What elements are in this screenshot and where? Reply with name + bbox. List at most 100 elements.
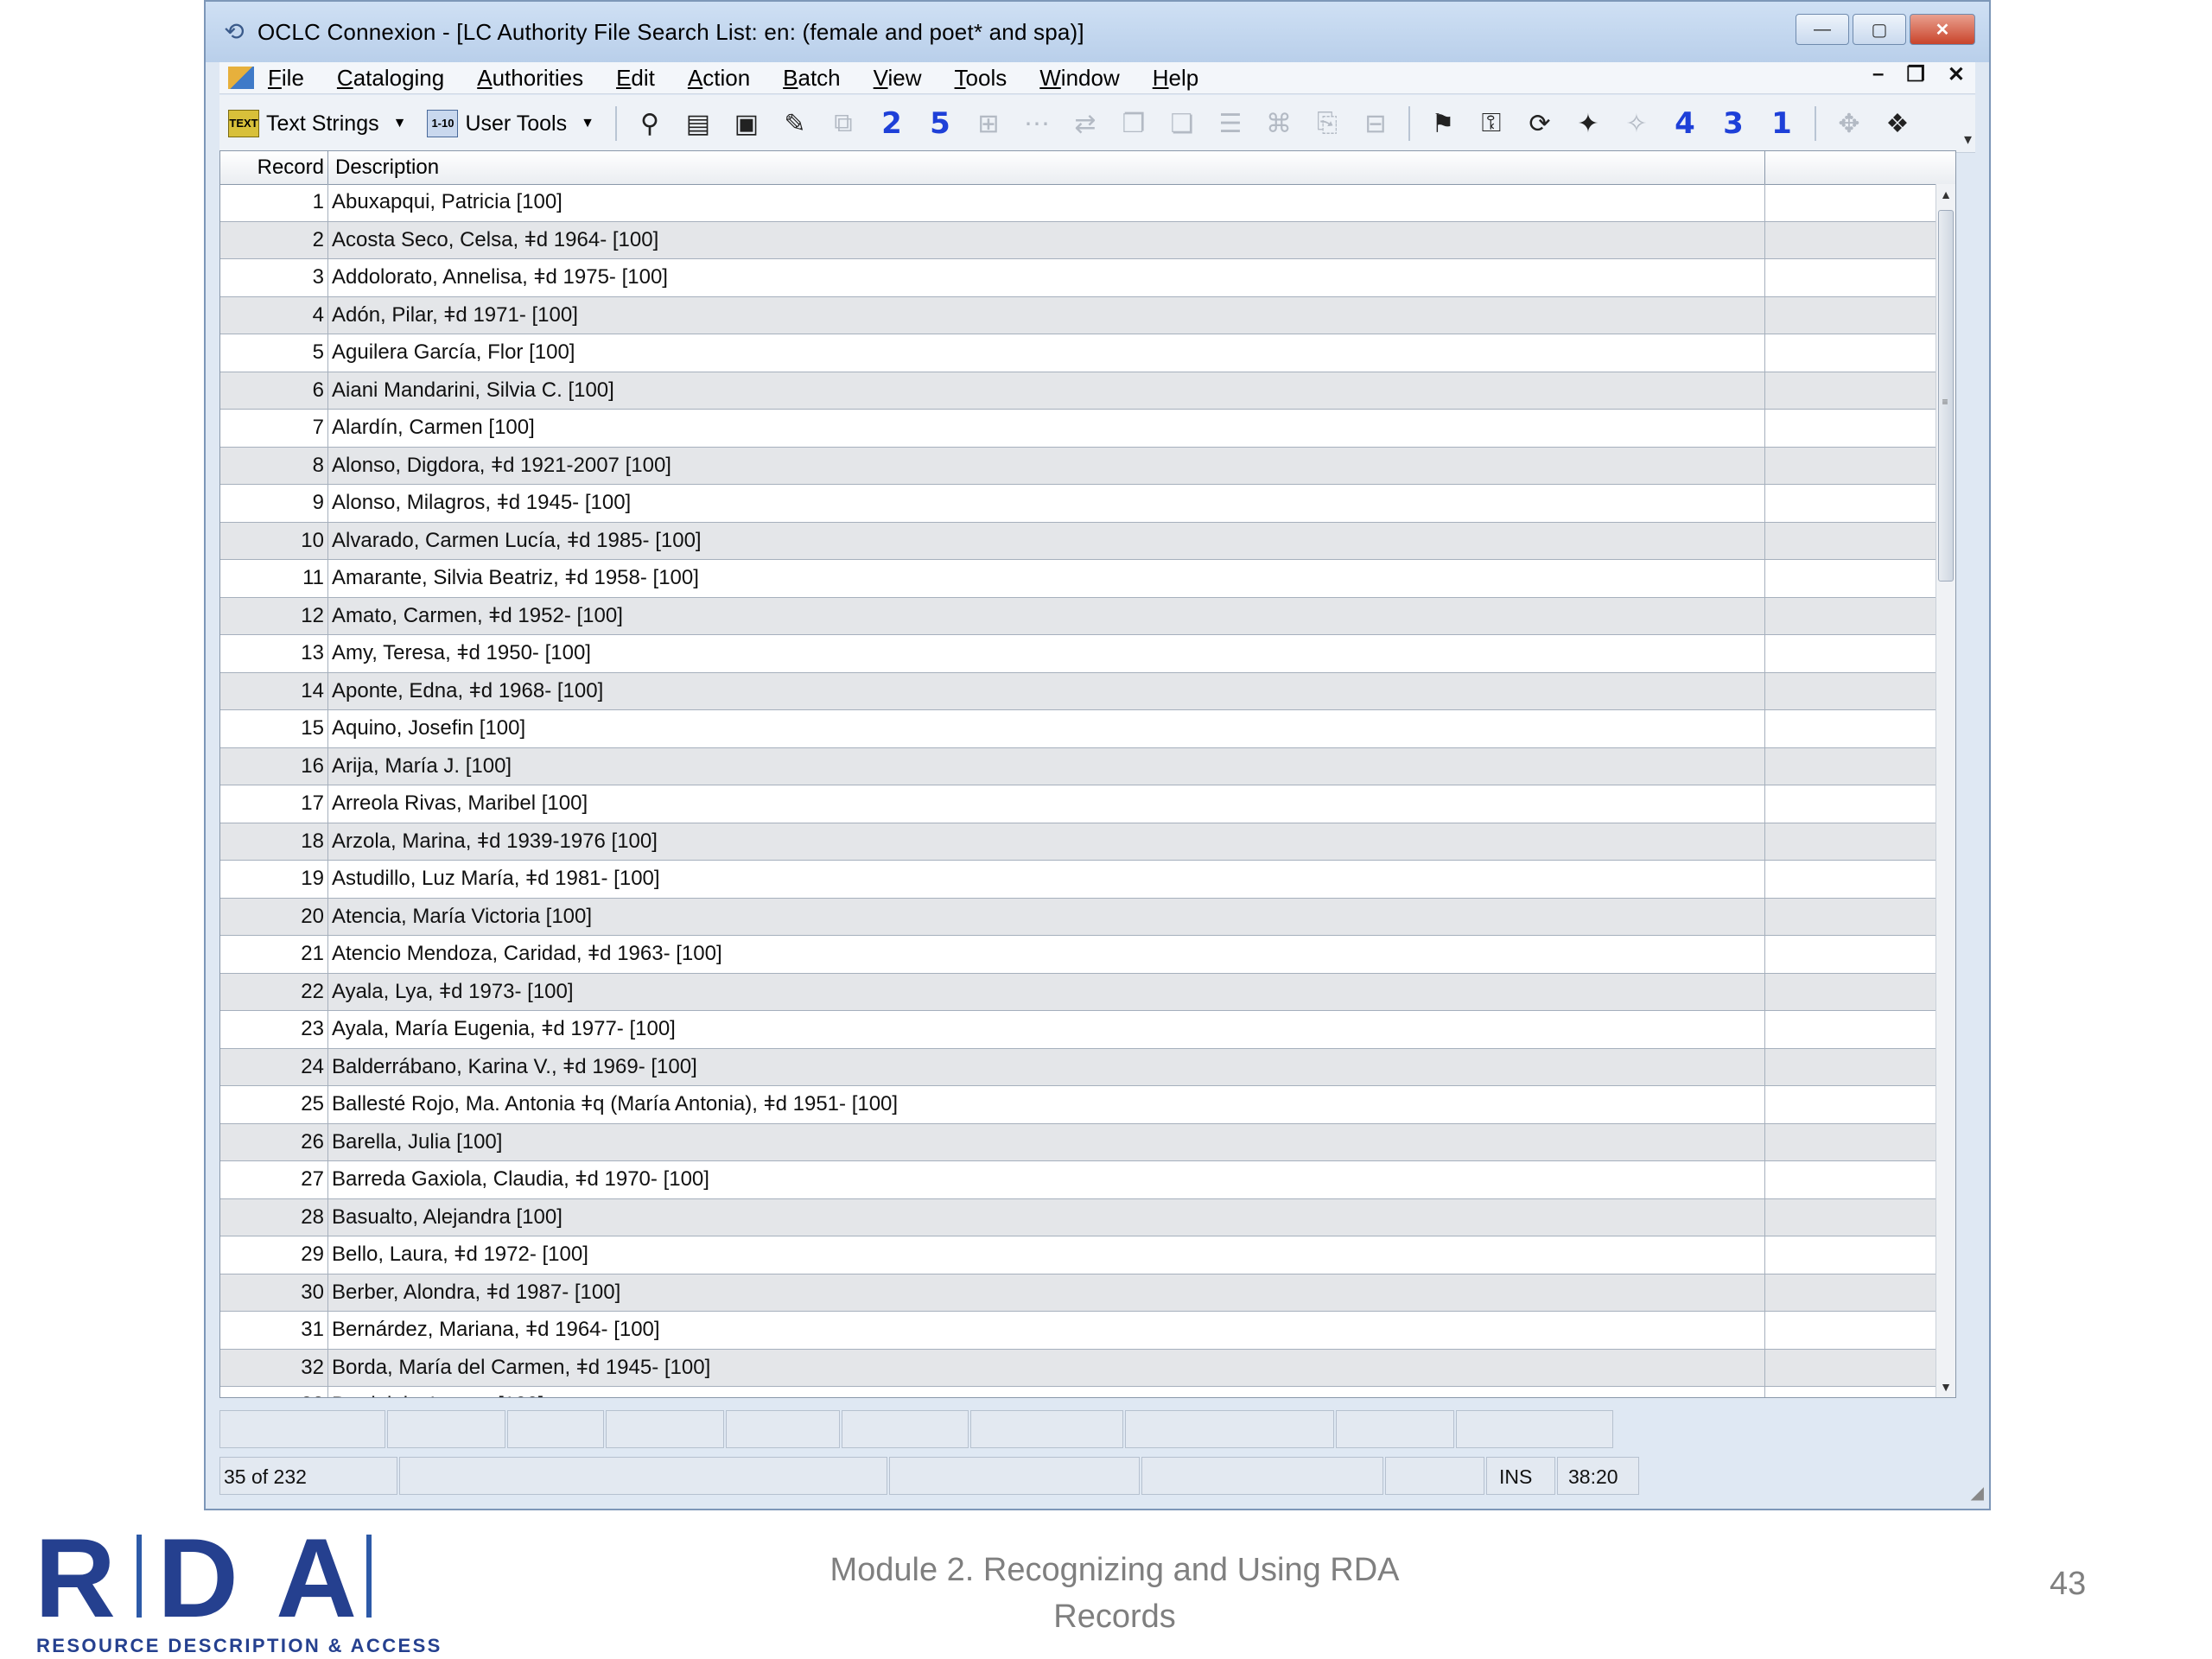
table-row[interactable]: 25 Ballesté Rojo, Ma. Antonia ǂq (María A…: [220, 1086, 1938, 1124]
split-icon[interactable]: ✥: [1832, 106, 1866, 141]
link-icon[interactable]: ❖: [1880, 106, 1915, 141]
toolbar-separator: [614, 106, 617, 141]
table-row[interactable]: 11 Amarante, Silvia Beatriz, ǂd 1958- [10…: [220, 560, 1938, 598]
column-header-record[interactable]: Record: [220, 151, 328, 184]
table-row[interactable]: 20 Atencia, María Victoria [100]: [220, 898, 1938, 936]
menu-action[interactable]: Action: [688, 65, 750, 92]
table-row[interactable]: 26 Barella, Julia [100]: [220, 1123, 1938, 1161]
maximize-button[interactable]: ▢: [1853, 14, 1906, 45]
menu-tools[interactable]: Tools: [955, 65, 1007, 92]
menu-file[interactable]: File: [268, 65, 304, 92]
lock-record-icon[interactable]: ⚿: [1474, 106, 1509, 141]
insert-field-icon[interactable]: ⊞: [971, 106, 1006, 141]
release-icon[interactable]: ✧: [1619, 106, 1654, 141]
table-row[interactable]: 22 Ayala, Lya, ǂd 1973- [100]: [220, 973, 1938, 1011]
menu-view[interactable]: View: [874, 65, 922, 92]
submit-record-icon[interactable]: ✦: [1571, 106, 1605, 141]
user-tool-4-button[interactable]: 4: [1668, 106, 1702, 141]
replace-record-icon[interactable]: ⟳: [1522, 106, 1557, 141]
table-row[interactable]: 4 Adón, Pilar, ǂd 1971- [100]: [220, 296, 1938, 334]
reformat-icon[interactable]: ⊟: [1358, 106, 1393, 141]
validate-icon[interactable]: ⌘: [1262, 106, 1296, 141]
user-tool-3-button[interactable]: 3: [1716, 106, 1751, 141]
table-row[interactable]: 2 Acosta Seco, Celsa, ǂd 1964- [100]: [220, 221, 1938, 259]
table-row[interactable]: 23 Ayala, María Eugenia, ǂd 1977- [100]: [220, 1011, 1938, 1049]
table-row[interactable]: 30 Berber, Alondra, ǂd 1987- [100]: [220, 1274, 1938, 1312]
scroll-down-icon[interactable]: ▼: [1936, 1376, 1955, 1397]
toolbar-overflow-icon[interactable]: ▾: [1964, 130, 1972, 149]
table-row[interactable]: 33Bordelois, Ivonne [100]: [220, 1387, 1938, 1397]
table-row[interactable]: 8 Alonso, Digdora, ǂd 1921-2007 [100]: [220, 447, 1938, 485]
table-row[interactable]: 3 Addolorato, Annelisa, ǂd 1975- [100]: [220, 259, 1938, 297]
status-bar-upper: [219, 1410, 1619, 1448]
table-row[interactable]: 15 Aquino, Josefin [100]: [220, 710, 1938, 748]
record-number-cell: 17: [220, 785, 328, 823]
column-header-description[interactable]: Description: [328, 151, 1765, 184]
vertical-scrollbar[interactable]: ▲ ≡ ▼: [1936, 184, 1955, 1397]
close-button[interactable]: ✕: [1910, 14, 1975, 45]
user-tools-button[interactable]: 1-10 User Tools ▼: [427, 110, 594, 137]
table-row[interactable]: 10 Alvarado, Carmen Lucía, ǂd 1985- [100]: [220, 522, 1938, 560]
table-row[interactable]: 7 Alardín, Carmen [100]: [220, 410, 1938, 448]
table-row[interactable]: 5 Aguilera García, Flor [100]: [220, 334, 1938, 372]
table-row[interactable]: 1 Abuxapqui, Patricia [100]: [220, 184, 1938, 222]
table-row[interactable]: 9 Alonso, Milagros, ǂd 1945- [100]: [220, 485, 1938, 523]
user-tool-5-button[interactable]: 5: [923, 106, 957, 141]
edit-authority-icon[interactable]: ✎: [778, 106, 812, 141]
field-006-icon[interactable]: ⋯: [1020, 106, 1054, 141]
document-icon[interactable]: [228, 67, 254, 89]
table-row[interactable]: 17 Arreola Rivas, Maribel [100]: [220, 785, 1938, 823]
toolbar-separator: [1814, 106, 1816, 141]
table-row[interactable]: 19 Astudillo, Luz María, ǂd 1981- [100]: [220, 861, 1938, 899]
duplicate-icon[interactable]: ❐: [1116, 106, 1151, 141]
menu-edit[interactable]: Edit: [616, 65, 655, 92]
minimize-button[interactable]: —: [1796, 14, 1849, 45]
copy-icon[interactable]: ⧉: [826, 106, 861, 141]
extra-cell: [1765, 1350, 1938, 1387]
user-tool-1-button[interactable]: 1: [1764, 106, 1799, 141]
menu-help[interactable]: Help: [1153, 65, 1198, 92]
scroll-up-icon[interactable]: ▲: [1936, 184, 1955, 205]
menu-window[interactable]: Window: [1039, 65, 1119, 92]
chevron-down-icon[interactable]: ▼: [393, 116, 407, 131]
search-results-grid: Record Description 1 Abuxapqui, Patricia …: [219, 150, 1956, 1398]
table-row[interactable]: 6 Aiani Mandarini, Silvia C. [100]: [220, 372, 1938, 410]
table-row[interactable]: 28 Basualto, Alejandra [100]: [220, 1198, 1938, 1236]
table-row[interactable]: 29 Bello, Laura, ǂd 1972- [100]: [220, 1236, 1938, 1274]
mdi-restore-button[interactable]: ❐: [1906, 62, 1925, 87]
user-tool-2-button[interactable]: 2: [874, 106, 909, 141]
table-row[interactable]: 18 Arzola, Marina, ǂd 1939-1976 [100]: [220, 823, 1938, 861]
description-cell: Ayala, María Eugenia, ǂd 1977- [100]: [328, 1011, 1765, 1048]
table-row[interactable]: 31 Bernárdez, Mariana, ǂd 1964- [100]: [220, 1312, 1938, 1350]
description-cell: Amato, Carmen, ǂd 1952- [100]: [328, 597, 1765, 634]
extra-cell: [1765, 1161, 1938, 1198]
table-row[interactable]: 13 Amy, Teresa, ǂd 1950- [100]: [220, 635, 1938, 673]
table-row[interactable]: 16 Arija, María J. [100]: [220, 747, 1938, 785]
mdi-minimize-button[interactable]: –: [1872, 62, 1884, 87]
mdi-close-button[interactable]: ✕: [1948, 62, 1965, 87]
action-flag-icon[interactable]: ⚑: [1426, 106, 1460, 141]
browse-authority-icon[interactable]: ▤: [681, 106, 715, 141]
search-authority-icon[interactable]: ⚲: [632, 106, 667, 141]
table-row[interactable]: 14 Aponte, Edna, ǂd 1968- [100]: [220, 672, 1938, 710]
list-icon[interactable]: ☰: [1213, 106, 1248, 141]
text-strings-button[interactable]: TEXT Text Strings ▼: [228, 110, 406, 137]
menu-cataloging[interactable]: Cataloging: [337, 65, 444, 92]
record-number-cell: 27: [220, 1161, 328, 1198]
authority-record-icon[interactable]: ▣: [729, 106, 764, 141]
menu-authorities[interactable]: Authorities: [477, 65, 583, 92]
app-window: ⟲ OCLC Connexion - [LC Authority File Se…: [204, 0, 1991, 1510]
resize-grip-icon[interactable]: ◢: [1971, 1482, 1984, 1503]
table-row[interactable]: 21 Atencio Mendoza, Caridad, ǂd 1963- [10…: [220, 936, 1938, 974]
table-row[interactable]: 24 Balderrábano, Karina V., ǂd 1969- [100…: [220, 1048, 1938, 1086]
paste-icon[interactable]: ❏: [1165, 106, 1199, 141]
table-row[interactable]: 27 Barreda Gaxiola, Claudia, ǂd 1970- [10…: [220, 1161, 1938, 1199]
chevron-down-icon[interactable]: ▼: [581, 116, 594, 131]
control-headings-icon[interactable]: ⎘: [1310, 106, 1344, 141]
table-row[interactable]: 32 Borda, María del Carmen, ǂd 1945- [100…: [220, 1349, 1938, 1387]
title-bar[interactable]: ⟲ OCLC Connexion - [LC Authority File Se…: [206, 2, 1989, 62]
menu-batch[interactable]: Batch: [783, 65, 841, 92]
derive-icon[interactable]: ⇄: [1068, 106, 1103, 141]
status-cell: [507, 1410, 604, 1448]
table-row[interactable]: 12 Amato, Carmen, ǂd 1952- [100]: [220, 597, 1938, 635]
